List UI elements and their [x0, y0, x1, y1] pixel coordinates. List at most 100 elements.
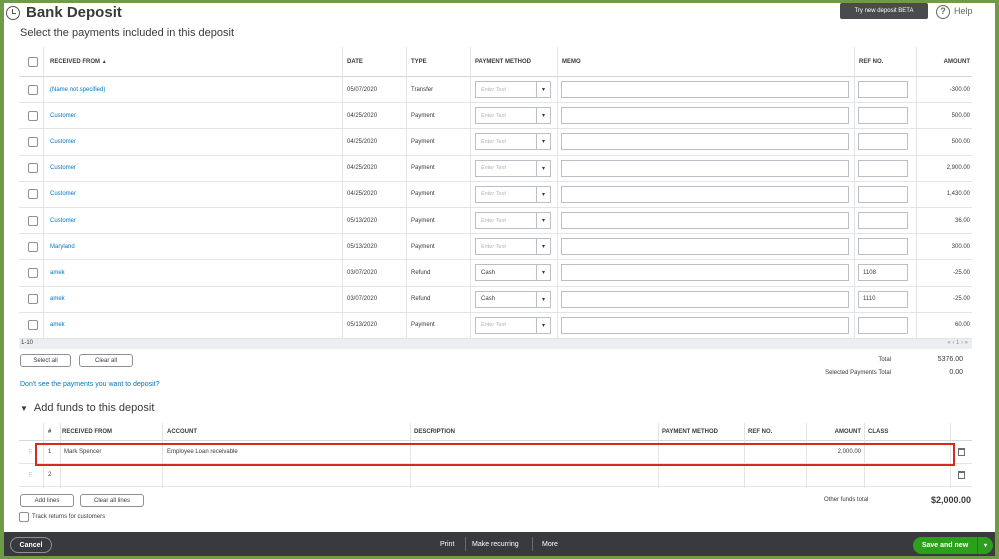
memo-input[interactable] [561, 133, 849, 151]
table-row[interactable]: Customer 04/25/2020 Payment Enter Text ▾ 500.… [19, 103, 972, 130]
trash-icon[interactable] [958, 471, 965, 479]
more-button[interactable]: More [542, 532, 558, 556]
chevron-down-icon[interactable]: ▾ [536, 239, 550, 255]
ref-no-input[interactable] [858, 238, 908, 256]
drag-handle-icon[interactable]: ⠿ [28, 441, 33, 463]
ref-no-input[interactable] [858, 81, 908, 99]
payment-method-select[interactable]: Enter Text ▾ [475, 159, 551, 177]
row-select-checkbox[interactable] [28, 136, 38, 147]
payment-method-select[interactable]: Enter Text ▾ [475, 238, 551, 256]
payment-method-select[interactable]: Enter Text ▾ [475, 107, 551, 125]
chevron-down-icon[interactable]: ▾ [536, 265, 550, 281]
memo-input[interactable] [561, 185, 849, 203]
ref-no-input[interactable] [858, 316, 908, 334]
payment-method-select[interactable]: Enter Text ▾ [475, 212, 551, 230]
col-payment-method[interactable]: PAYMENT METHOD [475, 47, 531, 76]
make-recurring-button[interactable]: Make recurring [472, 532, 519, 556]
funds-amount-cell[interactable] [809, 464, 861, 486]
funds-amount-cell[interactable]: 2,000.00 [809, 441, 861, 463]
chevron-down-icon[interactable]: ▾ [536, 213, 550, 229]
payment-method-select[interactable]: Enter Text ▾ [475, 185, 551, 203]
track-returns-checkbox[interactable] [19, 512, 29, 522]
table-row[interactable]: Maryland 05/13/2020 Payment Enter Text ▾ 300.… [19, 234, 972, 261]
table-row[interactable]: amek 05/13/2020 Payment Enter Text ▾ 60.00 [19, 313, 972, 339]
received-from-link[interactable]: Customer [50, 182, 76, 207]
select-all-button[interactable]: Select all [20, 354, 71, 367]
ref-no-input[interactable] [858, 107, 908, 125]
received-from-link[interactable]: amek [50, 260, 65, 285]
row-select-checkbox[interactable] [28, 320, 38, 331]
chevron-down-icon[interactable]: ▾ [536, 108, 550, 124]
row-select-checkbox[interactable] [28, 241, 38, 252]
ref-no-input[interactable]: 1110 [858, 290, 908, 308]
received-from-link[interactable]: Customer [50, 103, 76, 128]
payment-method-select[interactable]: Enter Text ▾ [475, 133, 551, 151]
chevron-down-icon[interactable]: ▾ [536, 134, 550, 150]
help-link[interactable]: Help [954, 6, 973, 16]
funds-received-from-cell[interactable]: Mark Spencer [64, 441, 101, 463]
track-returns-option[interactable]: Track returns for customers [19, 512, 105, 522]
col-date[interactable]: DATE [347, 47, 363, 76]
print-button[interactable]: Print [440, 532, 454, 556]
payment-method-select[interactable]: Cash ▾ [475, 264, 551, 282]
col-type[interactable]: TYPE [411, 47, 427, 76]
cancel-button[interactable]: Cancel [10, 537, 52, 553]
try-new-deposit-button[interactable]: Try new deposit BETA [840, 3, 928, 19]
chevron-down-icon[interactable]: ▾ [536, 186, 550, 202]
table-row[interactable]: Customer 04/25/2020 Payment Enter Text ▾ 500.… [19, 129, 972, 156]
ref-no-input[interactable] [858, 212, 908, 230]
chevron-down-icon[interactable]: ▾ [536, 160, 550, 176]
add-lines-button[interactable]: Add lines [20, 494, 74, 507]
row-select-checkbox[interactable] [28, 215, 38, 226]
clear-all-button[interactable]: Clear all [79, 354, 133, 367]
table-row[interactable]: (Name not specified) 05/07/2020 Transfer En… [19, 77, 972, 104]
chevron-down-icon[interactable]: ▾ [536, 82, 550, 98]
received-from-link[interactable]: (Name not specified) [50, 77, 105, 102]
account-cell[interactable]: Employee Loan receivable [167, 441, 238, 463]
received-from-link[interactable]: Customer [50, 156, 76, 181]
ref-no-input[interactable]: 1108 [858, 264, 908, 282]
table-row[interactable]: Customer 04/25/2020 Payment Enter Text ▾ 2,90… [19, 156, 972, 182]
trash-icon[interactable] [958, 448, 965, 456]
clear-all-lines-button[interactable]: Clear all lines [80, 494, 144, 507]
memo-input[interactable] [561, 81, 849, 99]
chevron-down-icon[interactable]: ▾ [536, 317, 550, 333]
history-icon[interactable] [6, 6, 20, 20]
row-select-checkbox[interactable] [28, 267, 38, 278]
ref-no-input[interactable] [858, 185, 908, 203]
col-received-from[interactable]: RECEIVED FROM ▲ [50, 47, 107, 76]
payment-method-select[interactable]: Enter Text ▾ [475, 316, 551, 334]
col-ref-no[interactable]: REF NO. [859, 47, 883, 76]
payment-method-select[interactable]: Cash ▾ [475, 290, 551, 308]
row-select-checkbox[interactable] [28, 163, 38, 174]
help-icon[interactable]: ? [936, 5, 950, 19]
memo-input[interactable] [561, 264, 849, 282]
received-from-link[interactable]: amek [50, 313, 65, 338]
memo-input[interactable] [561, 212, 849, 230]
col-amount[interactable]: AMOUNT [918, 47, 970, 76]
memo-input[interactable] [561, 290, 849, 308]
memo-input[interactable] [561, 107, 849, 125]
received-from-link[interactable]: Customer [50, 208, 76, 233]
received-from-link[interactable]: amek [50, 287, 65, 312]
row-select-checkbox[interactable] [28, 189, 38, 200]
received-from-link[interactable]: Customer [50, 129, 76, 154]
row-select-checkbox[interactable] [28, 84, 38, 95]
memo-input[interactable] [561, 159, 849, 177]
save-options-chevron-icon[interactable]: ▾ [977, 537, 993, 554]
save-and-new-button[interactable]: Save and new ▾ [913, 537, 993, 554]
table-row[interactable]: amek 03/07/2020 Refund Cash ▾ 1108 -25.00 [19, 260, 972, 287]
table-row[interactable]: Customer 04/25/2020 Payment Enter Text ▾ 1,43… [19, 182, 972, 208]
ref-no-input[interactable] [858, 133, 908, 151]
drag-handle-icon[interactable]: ⠿ [28, 464, 33, 486]
table-row[interactable]: Customer 05/13/2020 Payment Enter Text ▾ 36.0… [19, 208, 972, 235]
row-select-checkbox[interactable] [28, 294, 38, 305]
payment-method-select[interactable]: Enter Text ▾ [475, 81, 551, 99]
select-all-checkbox[interactable] [28, 56, 38, 67]
pager-controls[interactable]: « ‹ 1 › » [947, 340, 968, 346]
received-from-link[interactable]: Maryland [50, 234, 75, 259]
chevron-down-icon[interactable]: ▾ [536, 291, 550, 307]
row-select-checkbox[interactable] [28, 110, 38, 121]
ref-no-input[interactable] [858, 159, 908, 177]
add-funds-section-toggle[interactable]: ▼ Add funds to this deposit [20, 402, 154, 414]
